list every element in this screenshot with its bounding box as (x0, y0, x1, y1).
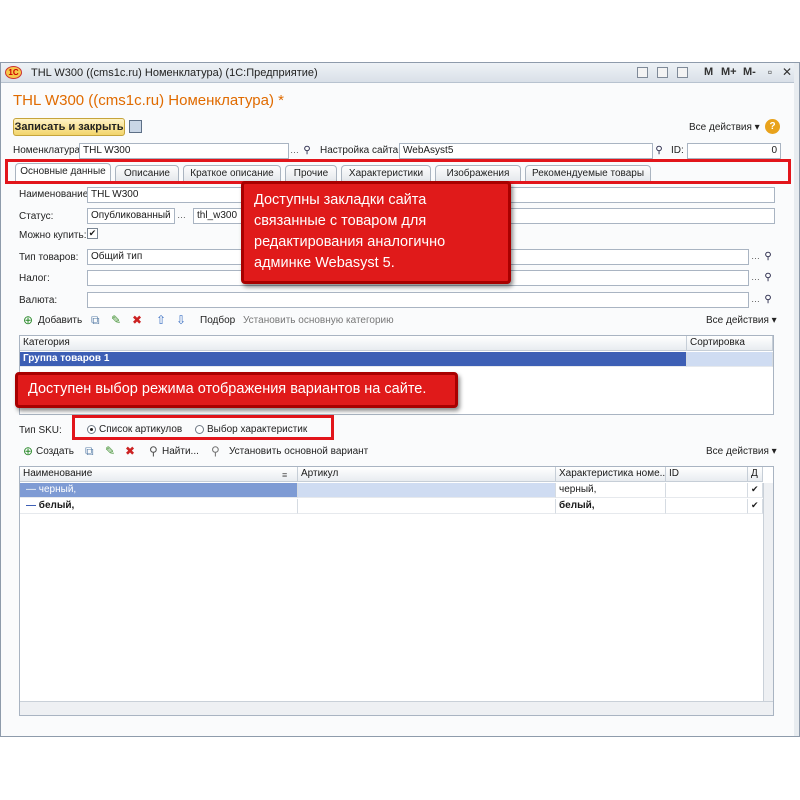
currency-label: Валюта: (19, 295, 58, 306)
table-cell[interactable] (298, 499, 556, 514)
horizontal-scrollbar[interactable] (20, 701, 773, 715)
set-main-category-button[interactable]: Установить основную категорию (243, 315, 394, 326)
copy-icon[interactable]: ⧉ (85, 445, 94, 457)
close-icon[interactable]: ✕ (780, 65, 794, 80)
table-cell[interactable]: черный, (556, 483, 666, 498)
product-type-label: Тип товаров: (19, 252, 79, 263)
table-row[interactable]: Группа товаров 1 (20, 352, 687, 367)
category-all-actions-menu[interactable]: Все действия ▾ (706, 315, 777, 326)
search-icon[interactable]: ⚲ (302, 143, 312, 159)
help-icon[interactable]: ? (765, 119, 780, 134)
edit-icon[interactable]: ✎ (111, 314, 121, 326)
find-button[interactable]: Найти... (162, 446, 199, 457)
tax-label: Налог: (19, 273, 50, 284)
add-category-button[interactable]: Добавить (38, 315, 82, 326)
variant-table: Наименование Артикул Характеристика номе… (19, 466, 774, 716)
column-header-id[interactable]: ID (666, 467, 748, 482)
title-bar: 1С THL W300 ((cms1c.ru) Номенклатура) (1… (1, 63, 799, 83)
table-checkbox[interactable]: ✔ (748, 499, 763, 514)
tabs-callout: Доступны закладки сайта связанные с това… (241, 181, 511, 284)
column-header-category[interactable]: Категория (20, 336, 687, 351)
vertical-scrollbar[interactable] (763, 483, 773, 701)
variant-all-actions-menu[interactable]: Все действия ▾ (706, 446, 777, 457)
memory-button[interactable]: M (704, 66, 713, 78)
create-variant-button[interactable]: Создать (36, 446, 74, 457)
sku-callout: Доступен выбор режима отображения вариан… (15, 372, 458, 408)
row-marker-icon: — (26, 484, 39, 495)
select-button[interactable]: … (750, 292, 761, 308)
search-icon[interactable]: ⚲ (654, 143, 664, 159)
search-icon[interactable]: ⚲ (763, 270, 773, 286)
set-main-variant-button[interactable]: Установить основной вариант (229, 446, 368, 457)
table-cell[interactable] (687, 352, 773, 367)
table-checkbox[interactable]: ✔ (748, 483, 763, 498)
calendar-icon[interactable] (677, 67, 688, 78)
id-field[interactable]: 0 (687, 143, 781, 159)
select-button[interactable]: … (750, 249, 761, 265)
id-label: ID: (671, 145, 684, 156)
can-buy-label: Можно купить: (19, 230, 87, 241)
status-label: Статус: (19, 211, 54, 222)
add-icon[interactable]: ⊕ (23, 445, 33, 457)
home-icon[interactable] (637, 67, 648, 78)
memory-plus-button[interactable]: M+ (721, 66, 737, 78)
search-icon[interactable]: ⚲ (211, 445, 220, 457)
move-down-icon[interactable]: ⇩ (176, 314, 186, 326)
all-actions-menu[interactable]: Все действия ▾ (689, 122, 760, 133)
can-buy-checkbox[interactable]: ✔ (87, 228, 98, 239)
sku-highlight-frame (72, 415, 334, 440)
search-icon[interactable]: ⚲ (763, 292, 773, 308)
app-logo-icon: 1С (5, 66, 22, 79)
table-cell[interactable] (666, 483, 748, 498)
edit-icon[interactable]: ✎ (105, 445, 115, 457)
name-label: Наименование: (19, 189, 92, 200)
table-cell[interactable] (666, 499, 748, 514)
row-marker-icon: — (26, 500, 39, 511)
document-title: THL W300 ((cms1c.ru) Номенклатура) * (13, 92, 284, 109)
add-icon[interactable]: ⊕ (23, 314, 33, 326)
site-settings-label: Настройка сайта: (320, 145, 401, 156)
calculator-icon[interactable] (657, 67, 668, 78)
table-row[interactable]: — белый, (20, 499, 298, 514)
sort-icon[interactable]: ≡ (282, 470, 287, 480)
select-button[interactable]: … (176, 208, 187, 224)
table-cell[interactable]: белый, (556, 499, 666, 514)
column-header-article[interactable]: Артикул (298, 467, 556, 482)
site-settings-field[interactable]: WebAsyst5 (399, 143, 653, 159)
column-header-flag[interactable]: Д (748, 467, 763, 482)
nomenclature-field[interactable]: THL W300 (79, 143, 289, 159)
select-button[interactable]: … (289, 143, 300, 159)
window-title: THL W300 ((cms1c.ru) Номенклатура) (1С:П… (31, 67, 318, 79)
search-icon[interactable]: ⚲ (763, 249, 773, 265)
move-up-icon[interactable]: ⇧ (156, 314, 166, 326)
column-header-sort[interactable]: Сортировка (687, 336, 773, 351)
delete-icon[interactable]: ✖ (125, 445, 135, 457)
memory-minus-button[interactable]: M- (743, 66, 756, 78)
select-button[interactable]: … (750, 270, 761, 286)
save-close-button[interactable]: Записать и закрыть (13, 118, 125, 136)
column-header-name[interactable]: Наименование (20, 467, 298, 482)
table-cell[interactable] (298, 483, 556, 498)
table-row[interactable]: — черный, (20, 483, 298, 498)
minimize-icon[interactable]: ▫ (763, 65, 777, 80)
column-header-characteristic[interactable]: Характеристика номе... (556, 467, 666, 482)
find-icon[interactable]: ⚲ (149, 445, 158, 457)
pick-button[interactable]: Подбор (200, 315, 235, 326)
save-icon[interactable] (129, 120, 142, 133)
delete-icon[interactable]: ✖ (132, 314, 142, 326)
nomenclature-label: Номенклатура: (13, 145, 83, 156)
window-edge (794, 63, 799, 736)
currency-field[interactable] (87, 292, 749, 308)
sku-type-label: Тип SKU: (19, 425, 62, 436)
copy-icon[interactable]: ⧉ (91, 314, 100, 326)
status-field[interactable]: Опубликованный (87, 208, 175, 224)
